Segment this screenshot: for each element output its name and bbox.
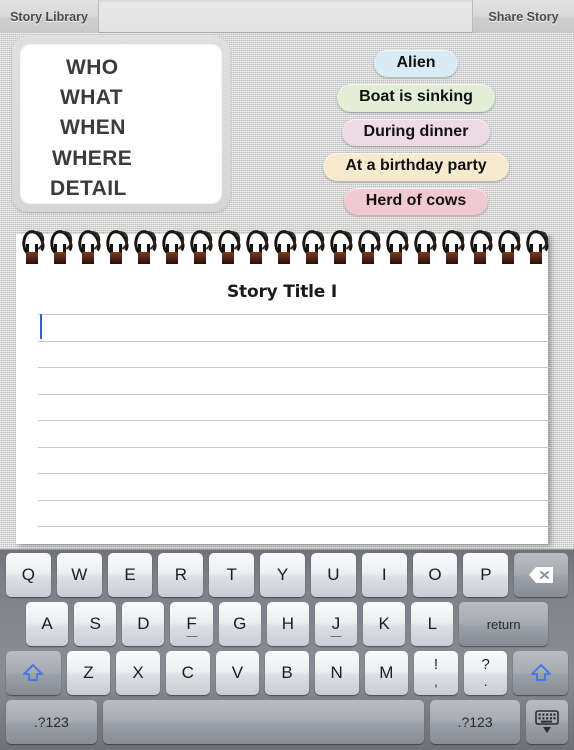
toolbar-center-area [98,2,473,32]
shift-icon [23,664,44,681]
return-key[interactable]: return [459,602,548,646]
hide-keyboard-icon [535,710,560,733]
top-toolbar: Story Library Share Story [0,0,574,33]
notepad-paper[interactable]: Story Title I [16,234,550,544]
backspace-key[interactable] [514,553,569,597]
story-element-pill-list: Alien Boat is sinking During dinner At a… [270,50,562,215]
pill-where[interactable]: At a birthday party [323,153,509,181]
keyboard-row-1: QWERTYUIOP [0,553,574,597]
notepad-line [38,393,550,395]
notepad-line [38,526,550,527]
pill-detail[interactable]: Herd of cows [343,187,489,215]
key-g[interactable]: G [218,602,261,646]
numeric-key-right[interactable]: .?123 [429,700,521,744]
numeric-key-left[interactable]: .?123 [6,700,97,744]
share-story-button[interactable]: Share Story [472,0,574,33]
pill-what[interactable]: Boat is sinking [337,84,495,112]
onscreen-keyboard: QWERTYUIOP A S D F G H J K Lreturn Z X C V B N M!,?. .… [0,549,574,750]
key-r[interactable]: R [158,553,204,597]
key-a[interactable]: A [26,602,69,646]
key-t[interactable]: T [209,553,255,597]
key-d[interactable]: D [122,602,165,646]
space-key[interactable] [102,700,424,744]
prompt-word-who: WHO [66,55,119,79]
pill-when[interactable]: During dinner [341,118,491,147]
keyboard-row-3: Z X C V B N M!,?. [0,651,574,695]
key-lower-glyph: . [483,673,488,689]
notepad-line [38,499,550,501]
key-w[interactable]: W [56,553,102,597]
keyboard-row-4: .?123 .?123 [0,700,574,744]
home-row-indicator [186,636,198,637]
key-p[interactable]: P [463,553,509,597]
notepad-line [38,314,550,315]
notepad-line [38,420,550,421]
story-prompt-panel[interactable]: WHO WHAT WHEN WHERE DETAIL [12,36,230,212]
story-notepad: Story Title I [8,228,556,550]
story-prompt-card: WHO WHAT WHEN WHERE DETAIL [20,44,222,204]
notepad-line [38,340,550,342]
key-f[interactable]: F [170,602,213,646]
key-s[interactable]: S [74,602,117,646]
pill-who[interactable]: Alien [374,50,458,78]
keyboard-row-2: A S D F G H J K Lreturn [0,602,574,646]
text-caret [40,314,42,339]
shift-key-right[interactable] [513,651,569,695]
app-root: Story Library Share Story WHO WHAT WHEN … [0,0,574,750]
notepad-line [38,473,550,474]
backspace-icon [529,567,554,583]
shift-key-left[interactable] [6,651,61,695]
key-upper-glyph: ! [433,655,439,673]
key-m[interactable]: M [364,651,409,695]
home-row-indicator [330,636,342,637]
prompt-word-when: WHEN [60,116,126,140]
key-l[interactable]: L [411,602,454,646]
key-e[interactable]: E [107,553,153,597]
key-z[interactable]: Z [66,651,111,695]
key-exclaim-comma[interactable]: !, [414,651,458,695]
key-q[interactable]: Q [6,553,51,597]
prompt-word-what: WHAT [60,86,124,110]
key-o[interactable]: O [412,553,458,597]
key-v[interactable]: V [215,651,260,695]
shift-icon [530,664,551,681]
story-library-button[interactable]: Story Library [0,0,99,33]
key-lower-glyph: , [434,673,438,689]
notepad-ruled-lines [38,314,550,549]
notepad-line [38,367,550,368]
key-n[interactable]: N [314,651,359,695]
key-x[interactable]: X [116,651,160,695]
story-title[interactable]: Story Title I [16,282,548,302]
key-y[interactable]: Y [260,553,305,597]
key-j[interactable]: J [314,602,358,646]
key-b[interactable]: B [265,651,309,695]
key-c[interactable]: C [165,651,210,695]
key-question-period[interactable]: ?. [463,651,508,695]
key-k[interactable]: K [363,602,406,646]
key-upper-glyph: ? [481,655,490,673]
notepad-line [38,446,550,448]
key-i[interactable]: I [361,553,407,597]
key-h[interactable]: H [266,602,309,646]
prompt-word-where: WHERE [52,146,133,170]
key-u[interactable]: U [310,553,356,597]
hide-keyboard-key[interactable] [526,700,569,744]
prompt-word-detail: DETAIL [50,177,127,201]
